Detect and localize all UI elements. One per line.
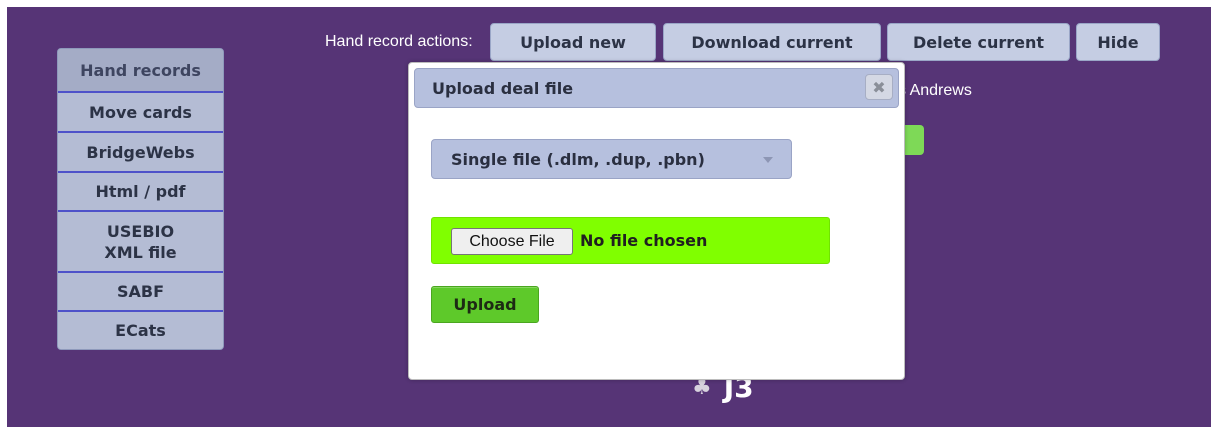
file-type-select[interactable]: Single file (.dlm, .dup, .pbn) <box>431 139 792 179</box>
sidebar-item-move-cards[interactable]: Move cards <box>58 91 223 131</box>
file-status-text: No file chosen <box>580 231 708 250</box>
sidebar-item-sabf[interactable]: SABF <box>58 271 223 310</box>
hand-record-actions-label: Hand record actions: <box>325 33 473 50</box>
partial-green-button[interactable] <box>904 125 924 155</box>
chevron-down-icon <box>763 157 773 163</box>
partial-player-name: s Andrews <box>898 82 972 99</box>
sidebar-item-ecats[interactable]: ECats <box>58 310 223 349</box>
dialog-header: Upload deal file ✖ <box>414 68 899 108</box>
upload-button[interactable]: Upload <box>431 286 539 323</box>
upload-deal-dialog: Upload deal file ✖ Single file (.dlm, .d… <box>408 62 905 380</box>
download-current-button[interactable]: Download current <box>663 23 881 61</box>
sidebar-item-hand-records[interactable]: Hand records <box>58 49 223 91</box>
file-type-selected-value: Single file (.dlm, .dup, .pbn) <box>451 149 705 169</box>
file-input-row: Choose File No file chosen <box>431 217 830 264</box>
sidebar-menu: Hand records Move cards BridgeWebs Html … <box>57 48 224 350</box>
sidebar-item-bridgewebs[interactable]: BridgeWebs <box>58 131 223 171</box>
choose-file-button[interactable]: Choose File <box>451 228 573 255</box>
dialog-title: Upload deal file <box>432 79 574 98</box>
hide-button[interactable]: Hide <box>1076 23 1160 61</box>
sidebar-item-usebio-xml[interactable]: USEBIO XML file <box>58 210 223 271</box>
upload-new-button[interactable]: Upload new <box>490 23 656 61</box>
close-icon[interactable]: ✖ <box>865 74 893 100</box>
sidebar-item-html-pdf[interactable]: Html / pdf <box>58 171 223 210</box>
delete-current-button[interactable]: Delete current <box>887 23 1070 61</box>
